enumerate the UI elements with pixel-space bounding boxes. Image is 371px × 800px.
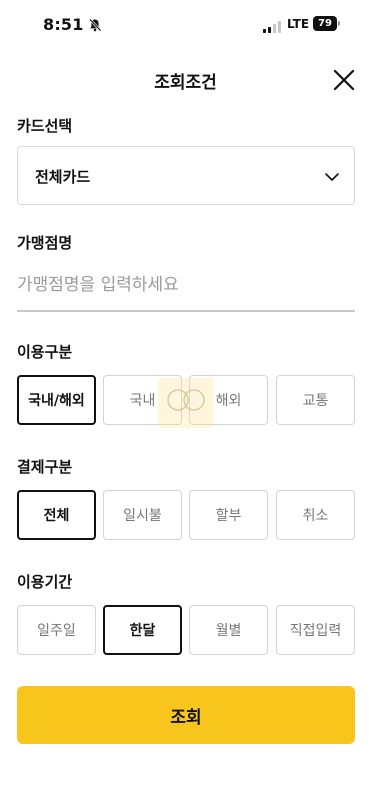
page-title: 조회조건 xyxy=(154,73,217,93)
card-select-label: 카드선택 xyxy=(17,117,73,135)
battery-icon: 79 xyxy=(313,16,341,31)
period-option-month[interactable]: 한달 xyxy=(103,605,182,655)
usage-option-transit[interactable]: 교통 xyxy=(276,375,355,425)
bell-muted-icon xyxy=(88,17,102,32)
payment-option-all[interactable]: 전체 xyxy=(17,490,96,540)
status-time: 8:51 xyxy=(43,15,84,34)
payment-option-lump-sum[interactable]: 일시불 xyxy=(103,490,182,540)
close-icon xyxy=(333,69,355,91)
usage-option-domestic-overseas[interactable]: 국내/해외 xyxy=(17,375,96,425)
battery-tip xyxy=(338,21,340,26)
chevron-down-icon xyxy=(325,173,339,181)
watermark-logo xyxy=(158,378,214,428)
payment-type-options: 전체 일시불 할부 취소 xyxy=(17,490,355,540)
payment-option-cancel[interactable]: 취소 xyxy=(276,490,355,540)
period-option-monthly[interactable]: 월별 xyxy=(189,605,268,655)
period-label: 이용기간 xyxy=(17,573,73,591)
status-bar: 8:51 LTE 79 xyxy=(0,0,371,46)
payment-type-label: 결제구분 xyxy=(17,458,73,476)
period-option-week[interactable]: 일주일 xyxy=(17,605,96,655)
period-option-custom[interactable]: 직접입력 xyxy=(276,605,355,655)
usage-type-label: 이용구분 xyxy=(17,343,73,361)
search-conditions-screen: 8:51 LTE 79 조회조건 카드선택 전체카드 가맹점명 가맹점명을 입력… xyxy=(0,0,371,800)
merchant-name-input[interactable] xyxy=(17,268,355,312)
battery-level: 79 xyxy=(313,16,337,31)
network-type: LTE xyxy=(287,17,310,31)
payment-option-installment[interactable]: 할부 xyxy=(189,490,268,540)
period-options: 일주일 한달 월별 직접입력 xyxy=(17,605,355,655)
signal-icon xyxy=(263,18,281,33)
card-select-dropdown[interactable]: 전체카드 xyxy=(17,146,355,205)
merchant-label: 가맹점명 xyxy=(17,234,73,252)
search-button[interactable]: 조회 xyxy=(17,686,355,744)
card-select-value: 전체카드 xyxy=(35,168,91,186)
close-button[interactable] xyxy=(330,66,358,94)
